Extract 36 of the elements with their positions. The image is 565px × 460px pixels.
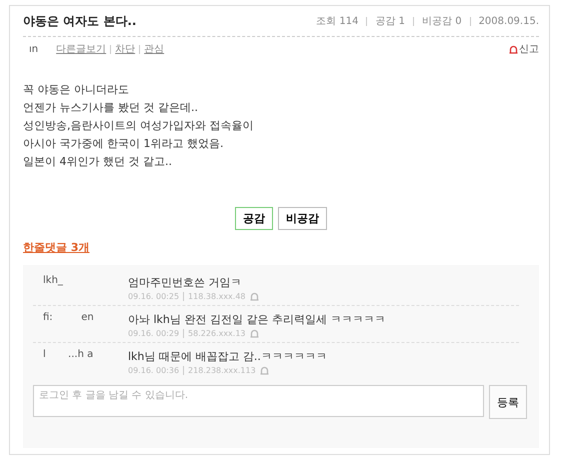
post-text-line: 아시아 국가중에 한국이 1위라고 했었음. xyxy=(23,136,224,152)
author-name: ın xyxy=(29,44,38,54)
commenter-name: lkh_ xyxy=(42,275,64,288)
post-stat: 조회 114 xyxy=(316,15,358,28)
report-link[interactable]: 신고 xyxy=(509,42,539,56)
author-link[interactable]: 다른글보기 xyxy=(56,42,106,56)
comment-text: 아놔 lkh님 완전 김전일 같은 추리력일세 ㅋㅋㅋㅋㅋ xyxy=(128,312,386,327)
siren-icon xyxy=(509,44,518,54)
author-link[interactable]: 차단 xyxy=(115,42,136,56)
commenter-name: l ...h a xyxy=(42,349,94,362)
post-stat: 공감 1 xyxy=(375,15,406,28)
post-text-line: 일본이 4위인가 했던 것 같고.. xyxy=(23,154,173,170)
post-title: 야동은 여자도 본다.. xyxy=(23,12,136,30)
siren-icon[interactable] xyxy=(250,292,259,301)
comment-ip: 118.38.xxx.48 xyxy=(188,292,246,301)
comment-time: 09.16. 00:36 xyxy=(128,366,180,375)
author-link[interactable]: 관심 xyxy=(144,42,164,56)
post-text-line: 언젠가 뉴스기사를 봤던 것 같은데.. xyxy=(23,100,199,116)
comment-text: 엄마주민번호쓴 거임ㅋ xyxy=(128,275,242,290)
post-text-line: 성인방송,음란사이트의 여성가입자와 접속율이 xyxy=(23,118,254,134)
post-stat: 2008.09.15. xyxy=(478,16,539,26)
comment-ip: 218.238.xxx.113 xyxy=(188,366,256,375)
siren-icon[interactable] xyxy=(250,329,259,338)
comment-ip: 58.226.xxx.13 xyxy=(188,329,246,338)
post-stat: 비공감 0 xyxy=(422,15,462,28)
commenter-name: fi: en xyxy=(42,312,95,325)
comments-heading[interactable]: 한줄댓글 3개 xyxy=(23,240,90,255)
vote-button[interactable]: 비공감 xyxy=(278,207,327,230)
siren-icon[interactable] xyxy=(260,366,269,375)
comment-text: lkh님 때문에 배꼽잡고 감..ㅋㅋㅋㅋㅋㅋ xyxy=(128,349,327,364)
vote-button[interactable]: 공감 xyxy=(235,207,273,230)
post-text-line: 꼭 야동은 아니더라도 xyxy=(23,82,130,98)
submit-button[interactable]: 등록 xyxy=(489,385,527,419)
comment-time: 09.16. 00:29 xyxy=(128,329,180,338)
comment-time: 09.16. 00:25 xyxy=(128,292,180,301)
comment-input[interactable]: 로그인 후 글을 남길 수 있습니다. xyxy=(33,385,484,417)
